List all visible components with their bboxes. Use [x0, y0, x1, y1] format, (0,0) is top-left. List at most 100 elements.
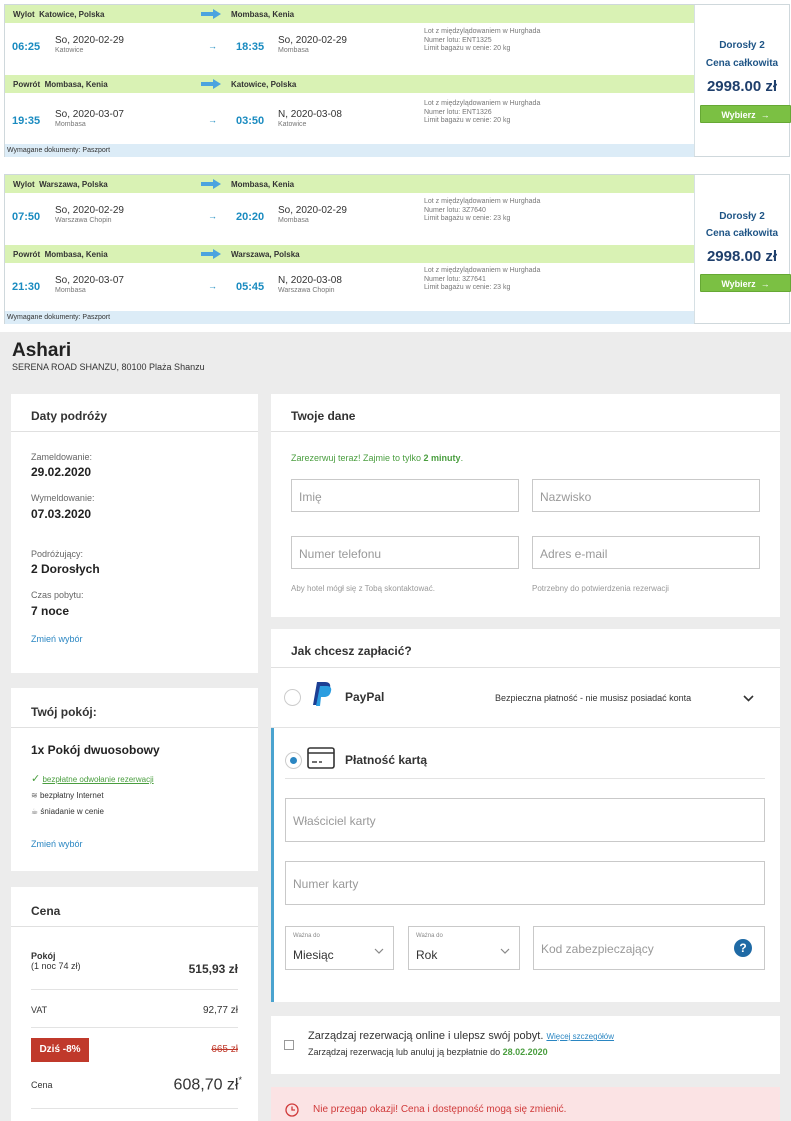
- flight-info: Lot z międzylądowaniem w Hurghada Numer …: [424, 198, 541, 222]
- return-header: Powrót Mombasa, Kenia Warszawa, Polska: [5, 245, 694, 263]
- paypal-option[interactable]: PayPal Bezpieczna płatność - nie musisz …: [271, 668, 780, 728]
- departure-time: 19:35: [12, 115, 41, 127]
- room-price: 515,93 zł: [188, 962, 238, 976]
- expiry-month-select[interactable]: Ważna do Miesiąc: [285, 926, 394, 970]
- departure-time: 06:25: [12, 41, 41, 53]
- flight-offer-1: Wylot Katowice, Polska Mombasa, Kenia 06…: [4, 4, 791, 157]
- arrival-date: So, 2020-02-29: [278, 35, 347, 46]
- arrow-right-icon: →: [760, 110, 770, 120]
- offer-summary: Dorosły 2 Cena całkowita 2998.00 zł Wybi…: [694, 175, 791, 323]
- email-hint: Potrzebny do potwierdzenia rezerwacji: [532, 584, 669, 593]
- travel-dates-panel: Daty podróży Zameldowanie: 29.02.2020 Wy…: [11, 394, 258, 673]
- payment-panel: Jak chcesz zapłacić? PayPal Bezpieczna p…: [271, 629, 780, 1002]
- arrival-date: N, 2020-03-08: [278, 275, 342, 286]
- flight-info: Lot z międzylądowaniem w Hurghada Numer …: [424, 267, 541, 291]
- card-option: Płatność kartą Właściciel karty Numer ka…: [271, 728, 780, 1002]
- phone-input[interactable]: Numer telefonu: [291, 536, 519, 569]
- checkin-date: 29.02.2020: [31, 465, 92, 479]
- help-icon[interactable]: ?: [734, 939, 752, 957]
- route-arrow-icon: [201, 179, 221, 189]
- flight-info: Lot z międzylądowaniem w Hurghada Numer …: [424, 28, 541, 52]
- breakfast-included: ☕ śniadanie w cenie: [31, 807, 105, 816]
- arrival-date: N, 2020-03-08: [278, 109, 342, 120]
- panel-title: Twój pokój:: [11, 688, 258, 728]
- paypal-logo-icon: [313, 682, 332, 706]
- departure-city: Katowice: [55, 47, 84, 54]
- select-offer-button[interactable]: Wybierz →: [700, 274, 791, 292]
- credit-card-icon: [307, 747, 335, 769]
- arrival-time: 20:20: [236, 211, 265, 223]
- return-details: 21:30 So, 2020-03-07 Mombasa → 05:45 N, …: [5, 263, 694, 310]
- card-number-input[interactable]: Numer karty: [285, 861, 765, 905]
- last-name-input[interactable]: Nazwisko: [532, 479, 760, 512]
- card-owner-input[interactable]: Właściciel karty: [285, 798, 765, 842]
- promo-text: Zarezerwuj teraz! Zajmie to tylko 2 minu…: [291, 453, 464, 463]
- coffee-cup-icon: ☕: [31, 807, 39, 816]
- arrival-time: 18:35: [236, 41, 265, 53]
- card-label: Płatność kartą: [345, 753, 428, 767]
- paypal-label: PayPal: [345, 690, 385, 704]
- return-label: Powrót Mombasa, Kenia: [13, 80, 108, 89]
- offer-summary: Dorosły 2 Cena całkowita 2998.00 zł Wybi…: [694, 5, 791, 156]
- old-price: 665 zł: [211, 1044, 238, 1055]
- offer-price: 2998.00 zł: [706, 78, 778, 95]
- departure-city: Mombasa: [55, 287, 86, 294]
- outbound-header: Wylot Katowice, Polska Mombasa, Kenia: [5, 5, 694, 23]
- change-selection-link[interactable]: Zmień wybór: [31, 839, 83, 849]
- discount-badge: Dziś -8%: [31, 1038, 89, 1062]
- panel-title: Twoje dane: [271, 394, 780, 432]
- select-offer-button[interactable]: Wybierz →: [700, 105, 791, 123]
- arrow-right-icon: →: [760, 279, 770, 289]
- change-selection-link[interactable]: Zmień wybór: [31, 634, 83, 644]
- divider: [31, 989, 238, 990]
- total-price: 608,70 zł*: [173, 1075, 242, 1094]
- warning-text: Nie przegap okazji! Cena i dostępność mo…: [313, 1104, 567, 1115]
- outbound-label: Wylot Warszawa, Polska: [13, 180, 108, 189]
- paypal-radio[interactable]: [284, 689, 301, 706]
- chevron-down-icon[interactable]: [743, 695, 754, 702]
- more-details-link[interactable]: Więcej szczegółów: [546, 1032, 614, 1041]
- route-arrow-icon: [201, 249, 221, 259]
- security-code-input[interactable]: Kod zabezpieczający ?: [533, 926, 765, 970]
- stay-label: Czas pobytu:: [31, 590, 84, 600]
- flight-offer-2: Wylot Warszawa, Polska Mombasa, Kenia 07…: [4, 174, 791, 324]
- free-internet: ≋ bezpłatny Internet: [31, 791, 104, 800]
- arrival-time: 03:50: [236, 115, 265, 127]
- arrival-city: Mombasa: [278, 47, 309, 54]
- return-label: Powrót Mombasa, Kenia: [13, 250, 108, 259]
- arrow-right-icon: →: [208, 211, 217, 221]
- departure-city: Mombasa: [55, 121, 86, 128]
- room-price-label: Pokój (1 noc 74 zł): [31, 951, 81, 971]
- total-label: Cena całkowita: [705, 228, 779, 239]
- manage-booking-panel: Zarządzaj rezerwacją online i ulepsz swó…: [271, 1016, 780, 1074]
- outbound-header: Wylot Warszawa, Polska Mombasa, Kenia: [5, 175, 694, 193]
- divider: [285, 778, 765, 779]
- stay-length: 7 noce: [31, 604, 70, 618]
- panel-title: Jak chcesz zapłacić?: [271, 629, 780, 668]
- outbound-destination: Mombasa, Kenia: [231, 10, 295, 19]
- card-radio[interactable]: [285, 752, 302, 769]
- panel-title: Daty podróży: [11, 394, 258, 432]
- flight-info: Lot z międzylądowaniem w Hurghada Numer …: [424, 100, 541, 124]
- check-icon: ✓: [31, 773, 41, 785]
- checkout-date: 07.03.2020: [31, 507, 92, 521]
- arrow-right-icon: →: [208, 281, 217, 291]
- email-input[interactable]: Adres e-mail: [532, 536, 760, 569]
- return-destination: Katowice, Polska: [231, 80, 297, 89]
- passengers: Dorosły 2: [719, 40, 765, 51]
- outbound-details: 06:25 So, 2020-02-29 Katowice → 18:35 So…: [5, 23, 694, 66]
- hotel-booking: Ashari SERENA ROAD SHANZU, 80100 Plaża S…: [0, 332, 791, 1121]
- route-arrow-icon: [201, 9, 221, 19]
- departure-date: So, 2020-03-07: [55, 109, 124, 120]
- arrow-right-icon: →: [208, 41, 217, 51]
- first-name-input[interactable]: Imię: [291, 479, 519, 512]
- departure-city: Warszawa Chopin: [55, 217, 112, 224]
- hotel-address: SERENA ROAD SHANZU, 80100 Plaża Shanzu: [12, 362, 205, 372]
- expiry-year-select[interactable]: Ważna do Rok: [408, 926, 520, 970]
- travelers-label: Podróżujący:: [31, 549, 84, 559]
- manage-line-2: Zarządzaj rezerwacją lub anuluj ją bezpł…: [308, 1047, 548, 1057]
- return-header: Powrót Mombasa, Kenia Katowice, Polska: [5, 75, 694, 93]
- manage-checkbox[interactable]: [284, 1040, 294, 1050]
- chevron-down-icon: [500, 948, 510, 954]
- arrival-date: So, 2020-02-29: [278, 205, 347, 216]
